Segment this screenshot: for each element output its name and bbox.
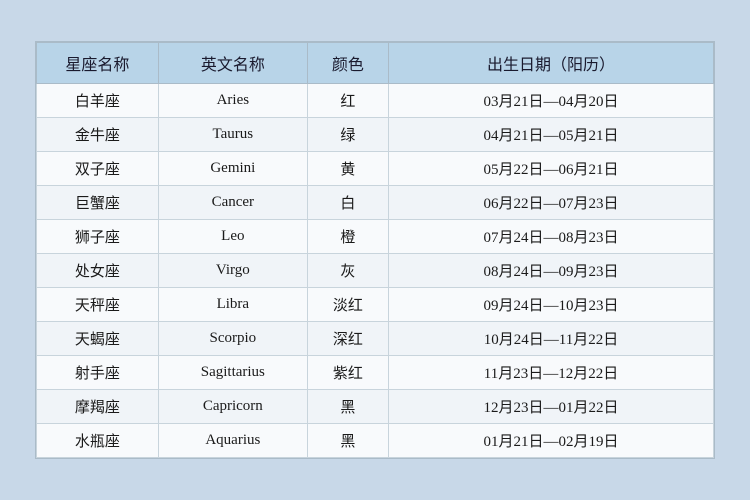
cell-date: 03月21日—04月20日 [389,84,714,118]
header-en: 英文名称 [158,43,307,84]
cell-en: Taurus [158,118,307,152]
cell-en: Capricorn [158,390,307,424]
cell-zh: 金牛座 [37,118,159,152]
cell-en: Cancer [158,186,307,220]
cell-color: 红 [307,84,388,118]
cell-zh: 天蝎座 [37,322,159,356]
table-row: 处女座Virgo灰08月24日—09月23日 [37,254,714,288]
cell-date: 08月24日—09月23日 [389,254,714,288]
cell-date: 11月23日—12月22日 [389,356,714,390]
table-row: 摩羯座Capricorn黑12月23日—01月22日 [37,390,714,424]
cell-zh: 射手座 [37,356,159,390]
cell-color: 深红 [307,322,388,356]
cell-color: 淡红 [307,288,388,322]
cell-color: 灰 [307,254,388,288]
zodiac-table-container: 星座名称 英文名称 颜色 出生日期（阳历） 白羊座Aries红03月21日—04… [35,41,715,459]
cell-color: 橙 [307,220,388,254]
table-header-row: 星座名称 英文名称 颜色 出生日期（阳历） [37,43,714,84]
cell-en: Virgo [158,254,307,288]
cell-zh: 巨蟹座 [37,186,159,220]
table-row: 双子座Gemini黄05月22日—06月21日 [37,152,714,186]
cell-date: 09月24日—10月23日 [389,288,714,322]
table-row: 金牛座Taurus绿04月21日—05月21日 [37,118,714,152]
table-row: 天蝎座Scorpio深红10月24日—11月22日 [37,322,714,356]
cell-date: 05月22日—06月21日 [389,152,714,186]
cell-date: 01月21日—02月19日 [389,424,714,458]
cell-en: Libra [158,288,307,322]
cell-zh: 白羊座 [37,84,159,118]
table-row: 巨蟹座Cancer白06月22日—07月23日 [37,186,714,220]
table-row: 水瓶座Aquarius黑01月21日—02月19日 [37,424,714,458]
cell-en: Sagittarius [158,356,307,390]
cell-color: 紫红 [307,356,388,390]
table-row: 射手座Sagittarius紫红11月23日—12月22日 [37,356,714,390]
cell-en: Gemini [158,152,307,186]
cell-zh: 双子座 [37,152,159,186]
cell-zh: 摩羯座 [37,390,159,424]
cell-zh: 狮子座 [37,220,159,254]
zodiac-table: 星座名称 英文名称 颜色 出生日期（阳历） 白羊座Aries红03月21日—04… [36,42,714,458]
table-row: 狮子座Leo橙07月24日—08月23日 [37,220,714,254]
cell-color: 白 [307,186,388,220]
cell-en: Scorpio [158,322,307,356]
cell-zh: 水瓶座 [37,424,159,458]
cell-zh: 天秤座 [37,288,159,322]
table-row: 白羊座Aries红03月21日—04月20日 [37,84,714,118]
cell-en: Aries [158,84,307,118]
cell-color: 黑 [307,424,388,458]
cell-color: 绿 [307,118,388,152]
cell-date: 04月21日—05月21日 [389,118,714,152]
cell-zh: 处女座 [37,254,159,288]
cell-color: 黑 [307,390,388,424]
cell-date: 06月22日—07月23日 [389,186,714,220]
header-color: 颜色 [307,43,388,84]
table-row: 天秤座Libra淡红09月24日—10月23日 [37,288,714,322]
cell-date: 12月23日—01月22日 [389,390,714,424]
cell-date: 10月24日—11月22日 [389,322,714,356]
cell-en: Aquarius [158,424,307,458]
cell-en: Leo [158,220,307,254]
cell-color: 黄 [307,152,388,186]
header-date: 出生日期（阳历） [389,43,714,84]
cell-date: 07月24日—08月23日 [389,220,714,254]
header-zh: 星座名称 [37,43,159,84]
